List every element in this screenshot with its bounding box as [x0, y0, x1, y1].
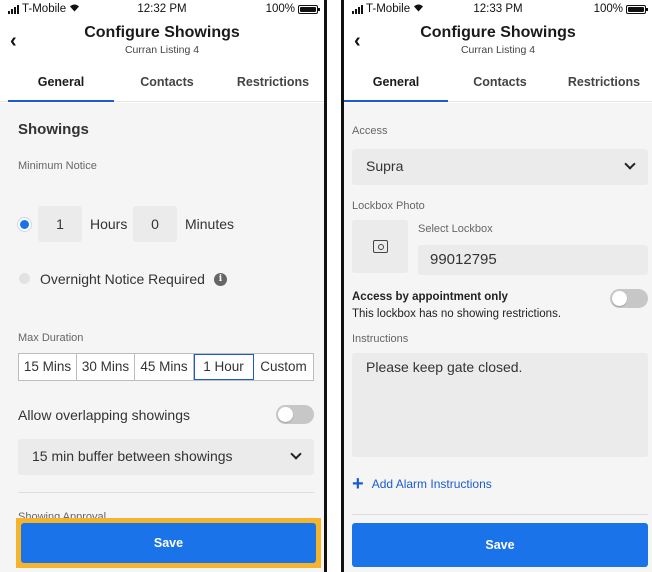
nav-header: ‹ Configure Showings Curran Listing 4	[0, 20, 324, 62]
section-divider	[352, 514, 648, 515]
lockbox-number-field[interactable]: 99012795	[418, 245, 648, 275]
status-bar: T-Mobile 12:32 PM 100%	[0, 0, 324, 20]
page-subtitle: Curran Listing 4	[460, 44, 536, 56]
screen-gap	[327, 0, 341, 572]
general-tab-content: Access Supra Lockbox Photo Select Lockbo…	[344, 103, 652, 572]
hours-label: Hours	[90, 216, 128, 232]
general-tab-content: Showings Minimum Notice 1 Hours 0 Minute…	[0, 103, 324, 572]
overlap-toggle[interactable]	[276, 405, 314, 424]
max-duration-selector: 15 Mins 30 Mins 45 Mins 1 Hour Custom	[18, 353, 314, 381]
right-phone-screen: T-Mobile 12:33 PM 100% ‹ Configure Showi…	[341, 0, 652, 572]
save-button[interactable]: Save	[21, 523, 316, 563]
battery-icon	[298, 4, 320, 14]
duration-option-30-mins[interactable]: 30 Mins	[77, 354, 135, 380]
instructions-label: Instructions	[352, 333, 409, 345]
tab-contacts[interactable]: Contacts	[114, 75, 220, 89]
duration-option-45-mins[interactable]: 45 Mins	[135, 354, 194, 380]
duration-option-15-mins[interactable]: 15 Mins	[19, 354, 77, 380]
buffer-value: 15 min buffer between showings	[32, 448, 233, 464]
minutes-label: Minutes	[185, 216, 235, 232]
access-value: Supra	[366, 158, 404, 174]
lockbox-photo[interactable]	[352, 220, 408, 273]
section-divider	[18, 492, 314, 493]
access-label: Access	[352, 125, 388, 137]
tab-restrictions[interactable]: Restrictions	[552, 75, 652, 89]
battery-percent: 100%	[265, 3, 295, 15]
left-phone-screen: T-Mobile 12:32 PM 100% ‹ Configure Showi…	[0, 0, 327, 572]
appointment-only-toggle[interactable]	[610, 289, 648, 308]
chevron-down-icon	[290, 448, 302, 460]
nav-header: ‹ Configure Showings Curran Listing 4	[344, 20, 652, 62]
plus-icon: +	[352, 473, 364, 495]
image-icon	[373, 240, 388, 253]
tab-general[interactable]: General	[8, 75, 114, 89]
lockbox-photo-label: Lockbox Photo	[352, 200, 425, 212]
active-tab-indicator	[344, 100, 448, 102]
instructions-textarea[interactable]: Please keep gate closed.	[352, 353, 648, 457]
appointment-only-title: Access by appointment only	[352, 291, 508, 303]
status-bar: T-Mobile 12:33 PM 100%	[344, 0, 652, 20]
appointment-only-description: This lockbox has no showing restrictions…	[352, 308, 562, 320]
save-button-container: Save	[352, 523, 648, 567]
tab-bar: General Contacts Restrictions	[0, 66, 324, 102]
select-lockbox-label: Select Lockbox	[418, 223, 493, 235]
chevron-down-icon	[624, 158, 636, 170]
instructions-value: Please keep gate closed.	[366, 359, 523, 375]
overnight-notice-label: Overnight Notice Required	[40, 271, 205, 287]
add-alarm-instructions-link[interactable]: + Add Alarm Instructions	[352, 474, 492, 494]
tab-general[interactable]: General	[344, 75, 448, 89]
showings-section-title: Showings	[18, 121, 89, 138]
tab-contacts[interactable]: Contacts	[448, 75, 552, 89]
tab-bar: General Contacts Restrictions	[344, 66, 652, 102]
overlap-label: Allow overlapping showings	[18, 407, 190, 423]
overnight-notice-radio[interactable]	[19, 273, 30, 284]
minutes-input[interactable]: 0	[133, 206, 177, 242]
duration-option-custom[interactable]: Custom	[254, 354, 313, 380]
save-button-highlight: Save	[16, 518, 321, 568]
access-dropdown[interactable]: Supra	[352, 149, 648, 185]
add-alarm-label: Add Alarm Instructions	[371, 477, 492, 491]
minimum-notice-label: Minimum Notice	[18, 160, 97, 172]
active-tab-indicator	[8, 100, 114, 102]
battery-percent: 100%	[593, 3, 623, 15]
info-icon[interactable]: i	[214, 273, 227, 286]
minimum-notice-radio[interactable]	[20, 220, 29, 229]
hours-input[interactable]: 1	[38, 206, 82, 242]
tab-restrictions[interactable]: Restrictions	[220, 75, 324, 89]
page-subtitle: Curran Listing 4	[124, 44, 200, 56]
max-duration-label: Max Duration	[18, 332, 84, 344]
page-title: Configure Showings	[420, 24, 576, 41]
save-button[interactable]: Save	[352, 523, 648, 567]
page-title: Configure Showings	[84, 24, 240, 41]
buffer-dropdown[interactable]: 15 min buffer between showings	[18, 439, 314, 475]
battery-icon	[626, 4, 648, 14]
duration-option-1-hour[interactable]: 1 Hour	[194, 354, 254, 380]
